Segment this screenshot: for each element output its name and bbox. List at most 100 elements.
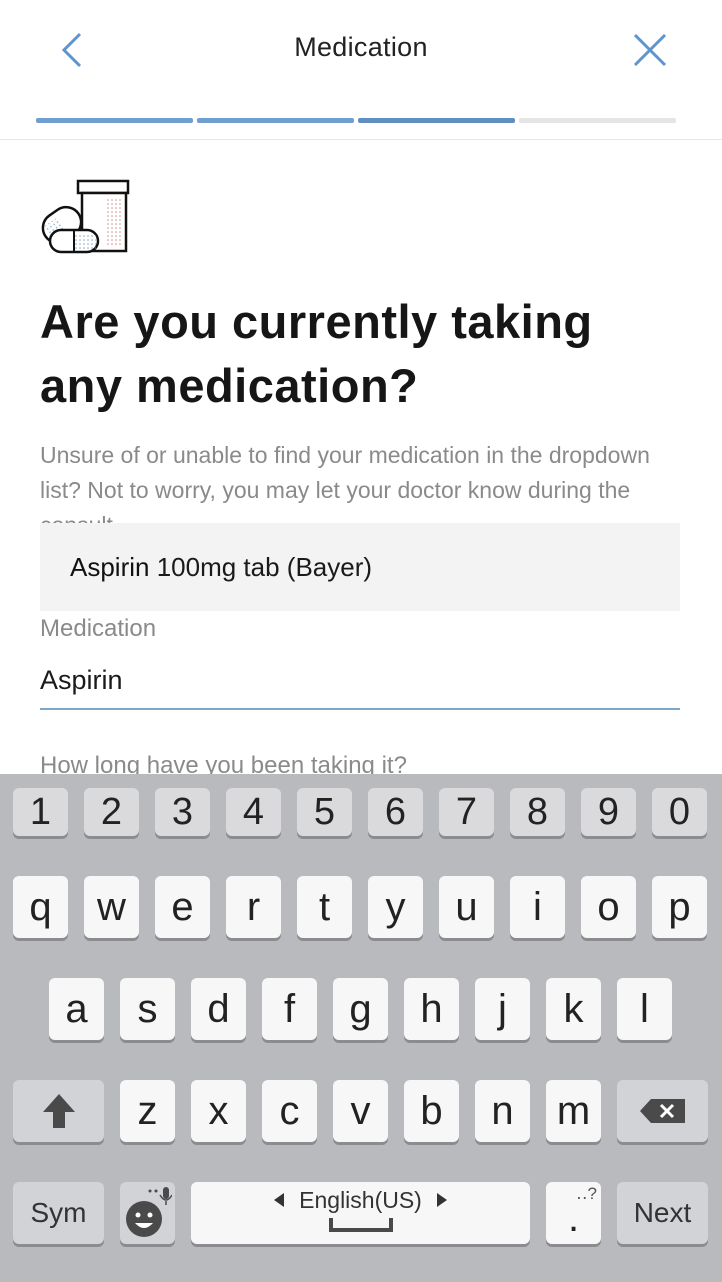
shift-key[interactable] — [13, 1080, 104, 1142]
key-label: w — [97, 884, 126, 929]
medication-input[interactable] — [40, 652, 680, 710]
key-label: l — [640, 986, 649, 1031]
key-label: y — [385, 884, 406, 929]
key-y[interactable]: y — [368, 876, 423, 938]
key-o[interactable]: o — [581, 876, 636, 938]
key-s[interactable]: s — [120, 978, 175, 1040]
symbols-key-label: Sym — [30, 1197, 87, 1228]
key-5[interactable]: 5 — [297, 788, 352, 836]
key-2[interactable]: 2 — [84, 788, 139, 836]
key-label: e — [171, 884, 194, 929]
key-3[interactable]: 3 — [155, 788, 210, 836]
key-label: d — [207, 986, 230, 1031]
key-label: c — [279, 1088, 300, 1133]
key-g[interactable]: g — [333, 978, 388, 1040]
key-e[interactable]: e — [155, 876, 210, 938]
key-label: 4 — [242, 790, 265, 833]
triangle-right-icon — [436, 1193, 447, 1207]
punctuation-hint-label: ․․? — [576, 1184, 597, 1203]
key-label: h — [420, 986, 443, 1031]
key-w[interactable]: w — [84, 876, 139, 938]
key-1[interactable]: 1 — [13, 788, 68, 836]
language-label: English(US) — [299, 1186, 422, 1213]
key-p[interactable]: p — [652, 876, 707, 938]
key-label: m — [556, 1088, 591, 1133]
key-m[interactable]: m — [546, 1080, 601, 1142]
key-label: j — [498, 986, 507, 1031]
key-c[interactable]: c — [262, 1080, 317, 1142]
emoji-mic-icon — [125, 1187, 172, 1237]
autocomplete-suggestion[interactable]: Aspirin 100mg tab (Bayer) — [40, 523, 680, 611]
key-label: 9 — [597, 790, 620, 833]
key-r[interactable]: r — [226, 876, 281, 938]
key-label: b — [420, 1088, 443, 1133]
key-b[interactable]: b — [404, 1080, 459, 1142]
key-label: q — [29, 884, 52, 929]
key-label: 5 — [313, 790, 336, 833]
key-u[interactable]: u — [439, 876, 494, 938]
key-label: v — [350, 1088, 371, 1133]
key-label: z — [137, 1088, 158, 1133]
key-l[interactable]: l — [617, 978, 672, 1040]
key-i[interactable]: i — [510, 876, 565, 938]
space-key[interactable]: English(US) — [191, 1182, 530, 1244]
key-label: 7 — [455, 790, 478, 833]
key-a[interactable]: a — [49, 978, 104, 1040]
medication-illustration-icon — [41, 179, 130, 254]
key-j[interactable]: j — [475, 978, 530, 1040]
key-z[interactable]: z — [120, 1080, 175, 1142]
key-label: n — [491, 1088, 514, 1133]
next-key[interactable]: Next — [617, 1182, 708, 1244]
close-icon — [633, 33, 667, 67]
key-label: p — [668, 884, 691, 929]
key-label: u — [455, 884, 478, 929]
space-bar-icon — [328, 1217, 393, 1232]
key-label: 0 — [668, 790, 691, 833]
key-k[interactable]: k — [546, 978, 601, 1040]
key-label: k — [563, 986, 584, 1031]
key-8[interactable]: 8 — [510, 788, 565, 836]
key-9[interactable]: 9 — [581, 788, 636, 836]
key-n[interactable]: n — [475, 1080, 530, 1142]
close-button[interactable] — [626, 26, 674, 74]
backspace-key[interactable] — [617, 1080, 708, 1142]
hint-text: Unsure of or unable to find your medicat… — [40, 442, 650, 524]
suggestion-match-text: Aspirin — [70, 551, 150, 582]
duration-question-label: How long have you been taking it? — [40, 752, 407, 774]
key-label: i — [533, 884, 542, 929]
symbols-key[interactable]: Sym — [13, 1182, 104, 1244]
progress-step — [36, 118, 193, 123]
key-f[interactable]: f — [262, 978, 317, 1040]
key-h[interactable]: h — [404, 978, 459, 1040]
key-label: s — [137, 986, 158, 1031]
key-q[interactable]: q — [13, 876, 68, 938]
shift-arrow-icon — [42, 1094, 75, 1128]
key-label: 3 — [171, 790, 194, 833]
key-label: 2 — [100, 790, 123, 833]
key-label: x — [208, 1088, 229, 1133]
key-0[interactable]: 0 — [652, 788, 707, 836]
key-label: 8 — [526, 790, 549, 833]
key-d[interactable]: d — [191, 978, 246, 1040]
progress-step — [197, 118, 354, 123]
key-x[interactable]: x — [191, 1080, 246, 1142]
key-label: r — [246, 884, 261, 929]
question-heading: Are you currently taking any medication? — [40, 295, 593, 412]
progress-step — [519, 118, 676, 123]
key-label: a — [65, 986, 88, 1031]
key-7[interactable]: 7 — [439, 788, 494, 836]
on-screen-keyboard: Sym English(US) ․․? . Next 1 2 3 4 5 6 7 8 9 0 qwe… — [0, 774, 722, 1282]
progress-bar — [36, 118, 676, 123]
page-title: Medication — [294, 32, 428, 62]
backspace-icon — [639, 1099, 685, 1123]
suggestion-detail-text: 100mg tab (Bayer) — [149, 551, 373, 582]
triangle-left-icon — [274, 1193, 285, 1207]
key-6[interactable]: 6 — [368, 788, 423, 836]
key-v[interactable]: v — [333, 1080, 388, 1142]
key-label: g — [349, 986, 372, 1031]
next-key-label: Next — [633, 1197, 692, 1228]
period-key[interactable]: ․․? . — [546, 1182, 601, 1244]
key-4[interactable]: 4 — [226, 788, 281, 836]
emoji-voice-key[interactable] — [120, 1182, 175, 1244]
key-t[interactable]: t — [297, 876, 352, 938]
